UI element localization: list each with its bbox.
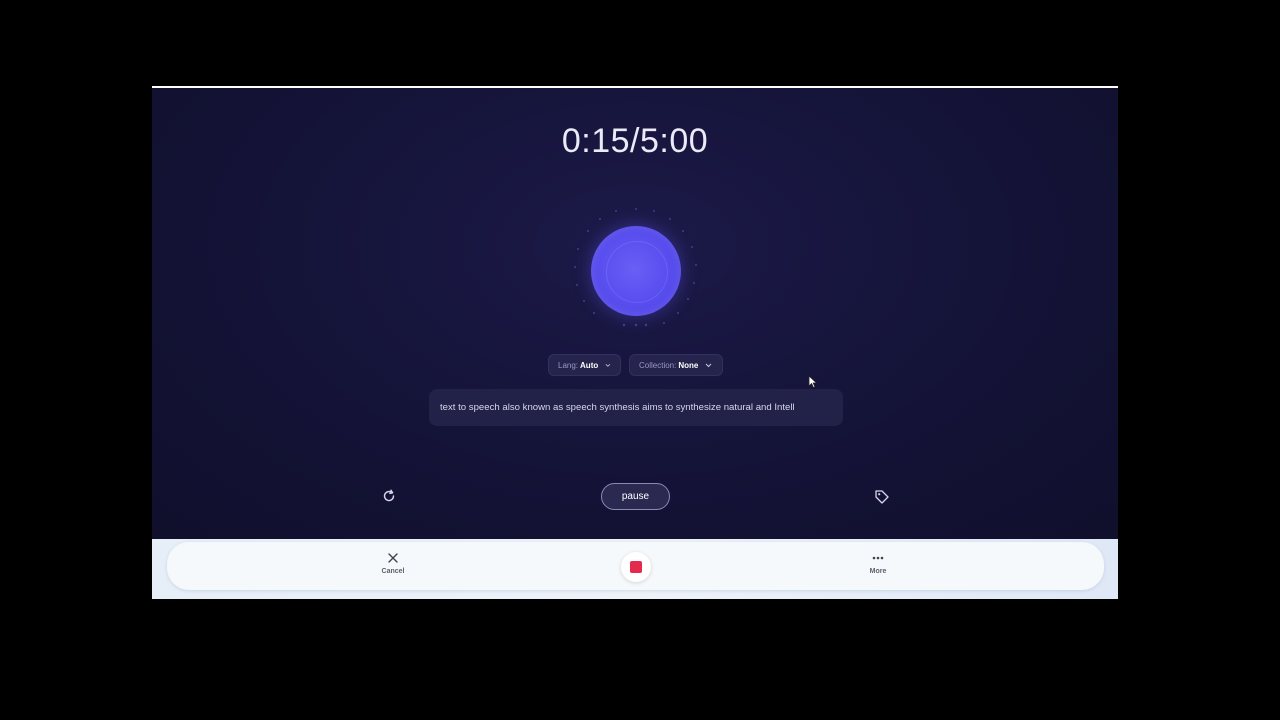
voice-visualizer bbox=[566, 201, 706, 341]
chevron-down-icon bbox=[605, 363, 611, 367]
stop-recording-button[interactable] bbox=[621, 552, 651, 582]
stop-icon bbox=[630, 561, 642, 573]
chevron-down-icon bbox=[706, 363, 712, 367]
cancel-label: Cancel bbox=[381, 568, 405, 575]
recorder-panel: 0:15/5:00 Lang: Auto Collection: None te… bbox=[152, 88, 1118, 539]
more-dots-icon bbox=[872, 556, 884, 560]
pause-button[interactable]: pause bbox=[601, 483, 670, 510]
mouse-cursor-icon bbox=[808, 375, 818, 389]
language-selector[interactable]: Lang: Auto bbox=[548, 354, 621, 376]
collection-selector[interactable]: Collection: None bbox=[629, 354, 723, 376]
collection-label: Collection: bbox=[639, 360, 677, 370]
cancel-button[interactable]: Cancel bbox=[363, 552, 423, 575]
orb-inner-ring bbox=[606, 241, 668, 303]
voice-orb bbox=[591, 226, 681, 316]
more-button[interactable]: More bbox=[848, 552, 908, 575]
more-label: More bbox=[869, 568, 887, 575]
bottom-toolbar: Cancel More bbox=[167, 542, 1104, 590]
close-icon bbox=[388, 553, 398, 563]
bottom-toolbar-area: Cancel More bbox=[152, 539, 1118, 599]
refresh-button[interactable] bbox=[380, 487, 398, 505]
collection-value: None bbox=[678, 360, 699, 370]
tag-button[interactable] bbox=[872, 487, 892, 507]
app-window: 0:15/5:00 Lang: Auto Collection: None te… bbox=[152, 86, 1118, 599]
language-value: Auto bbox=[580, 360, 599, 370]
language-label: Lang: bbox=[558, 360, 579, 370]
refresh-icon bbox=[383, 489, 395, 502]
recording-timer: 0:15/5:00 bbox=[561, 122, 709, 160]
live-transcript: text to speech also known as speech synt… bbox=[429, 389, 843, 426]
tag-icon bbox=[875, 490, 889, 504]
